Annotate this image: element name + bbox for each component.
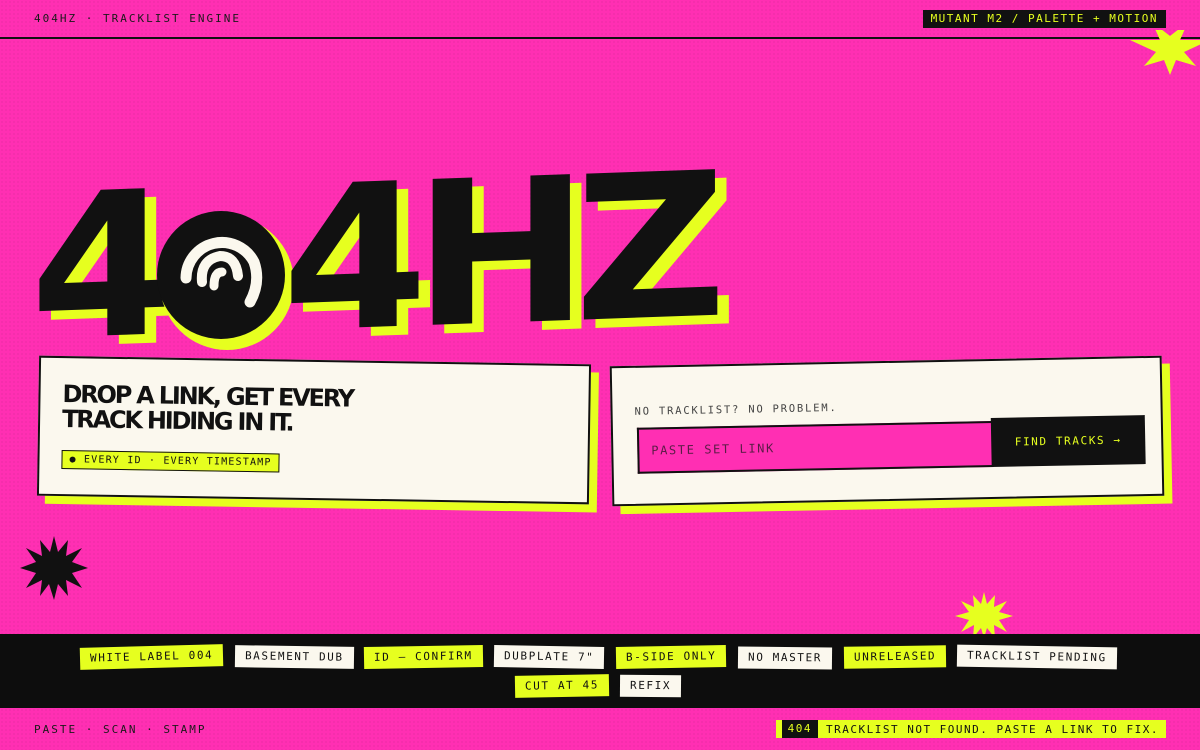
starburst-black-icon — [20, 536, 88, 600]
tag-strip: WHITE LABEL 004 BASEMENT DUB ID — CONFIR… — [0, 634, 1200, 708]
status-code: 404 — [781, 720, 818, 738]
tag-chip: BASEMENT DUB — [234, 645, 354, 669]
status-text: TRACKLIST NOT FOUND. PASTE A LINK TO FIX… — [825, 722, 1159, 736]
logo-text-left: 4 — [30, 148, 162, 386]
top-bar: 404HZ · TRACKLIST ENGINE MUTANT M2 / PAL… — [0, 0, 1200, 39]
headline-card: DROP A LINK, GET EVERY TRACK HIDING IN I… — [36, 355, 592, 505]
tag-chip: TRACKLIST PENDING — [956, 644, 1117, 670]
brand-tag: 404HZ · TRACKLIST ENGINE — [34, 12, 241, 25]
tag-chip: UNRELEASED — [843, 645, 947, 669]
tag-chip: DUBPLATE 7" — [493, 645, 605, 669]
status-bar: 404 TRACKLIST NOT FOUND. PASTE A LINK TO… — [775, 720, 1166, 738]
footer-tagline: PASTE · SCAN · STAMP — [34, 723, 207, 736]
search-card: NO TRACKLIST? NO PROBLEM. FIND TRACKS → — [609, 355, 1165, 507]
logo-text-right: 4HZ — [282, 129, 713, 378]
tag-chip: NO MASTER — [737, 646, 833, 670]
starburst-yellow-icon — [955, 592, 1013, 638]
version-badge: MUTANT M2 / PALETTE + MOTION — [922, 10, 1166, 28]
starburst-top-right-icon — [1130, 30, 1200, 75]
tag-chip: REFIX — [619, 674, 682, 698]
headline: DROP A LINK, GET EVERY TRACK HIDING IN I… — [61, 380, 443, 438]
tag-chip: ID — CONFIRM — [363, 644, 483, 670]
search-label: NO TRACKLIST? NO PROBLEM. — [634, 401, 838, 418]
tag-chip: WHITE LABEL 004 — [79, 644, 224, 670]
broadcast-wave-disc-icon — [157, 211, 294, 350]
feature-chip: ● EVERY ID · EVERY TIMESTAMP — [61, 450, 280, 473]
find-tracks-button[interactable]: FIND TRACKS → — [990, 415, 1146, 467]
tag-chip: CUT AT 45 — [514, 674, 610, 698]
logo: 4 4HZ — [0, 130, 712, 386]
headline-line-2: TRACK HIDING IN IT. — [61, 405, 293, 437]
tag-chip: B-SIDE ONLY — [615, 645, 727, 669]
set-link-input[interactable] — [636, 420, 994, 474]
